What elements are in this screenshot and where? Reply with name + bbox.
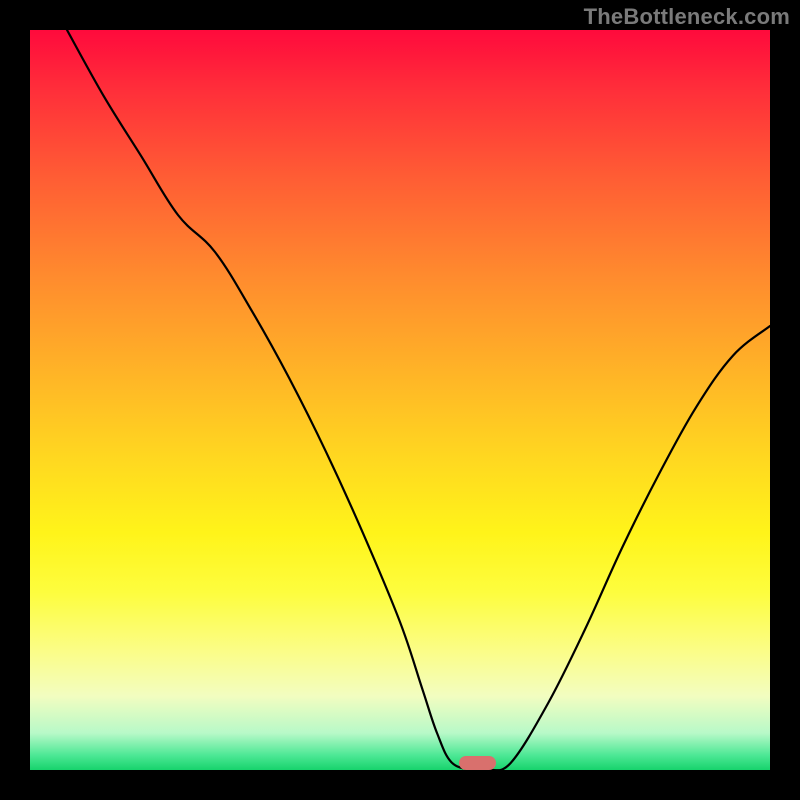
watermark-text: TheBottleneck.com (584, 4, 790, 30)
chart-frame: TheBottleneck.com (0, 0, 800, 800)
curve-svg (30, 30, 770, 770)
optimal-marker (459, 756, 496, 770)
bottleneck-curve (67, 30, 770, 770)
plot-area (30, 30, 770, 770)
